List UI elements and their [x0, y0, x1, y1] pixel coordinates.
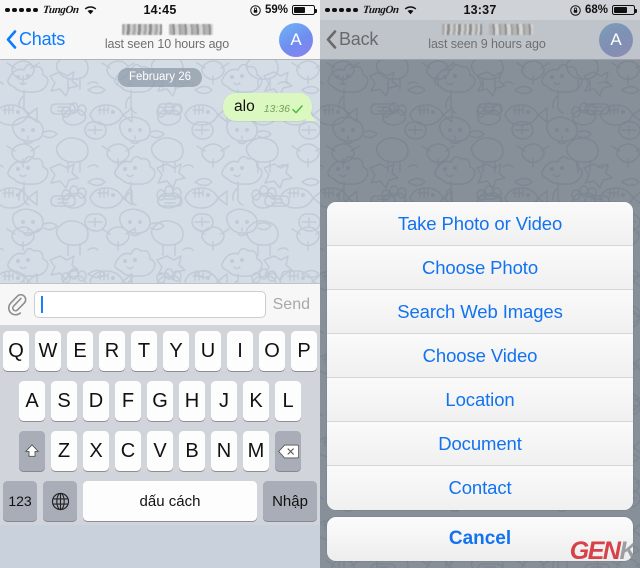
genk-watermark: GENK: [569, 537, 638, 566]
onscreen-keyboard: Q W E R T Y U I O P A S D F G H J K L Z …: [0, 325, 320, 525]
key-b[interactable]: B: [179, 431, 205, 471]
message-text: alo: [234, 98, 255, 115]
action-location[interactable]: Location: [327, 378, 633, 422]
key-h[interactable]: H: [179, 381, 205, 421]
key-w[interactable]: W: [35, 331, 61, 371]
keyboard-row-4: 123 dấu cách Nhập: [3, 481, 317, 521]
keyboard-row-2: A S D F G H J K L: [3, 381, 317, 421]
shift-key[interactable]: [19, 431, 45, 471]
key-y[interactable]: Y: [163, 331, 189, 371]
contact-name-redacted: [121, 22, 213, 35]
space-key[interactable]: dấu cách: [83, 481, 257, 521]
paperclip-icon[interactable]: [8, 293, 27, 316]
key-u[interactable]: U: [195, 331, 221, 371]
key-n[interactable]: N: [211, 431, 237, 471]
globe-key[interactable]: [43, 481, 77, 521]
key-p[interactable]: P: [291, 331, 317, 371]
key-k[interactable]: K: [243, 381, 269, 421]
key-s[interactable]: S: [51, 381, 77, 421]
left-phone-screen: TungOn 14:45 59% Chats last seen 10 hour…: [0, 0, 320, 568]
shift-arrow-icon: [24, 444, 40, 457]
chat-canvas-2: Take Photo or Video Choose Photo Search …: [320, 60, 640, 568]
watermark-part2: K: [619, 537, 637, 565]
avatar[interactable]: A: [599, 23, 633, 57]
key-d[interactable]: D: [83, 381, 109, 421]
message-bubble[interactable]: alo 13:36: [223, 93, 312, 121]
enter-key[interactable]: Nhập: [263, 481, 317, 521]
key-m[interactable]: M: [243, 431, 269, 471]
navigation-bar: Chats last seen 10 hours ago A: [0, 20, 320, 60]
status-right: 59%: [250, 4, 318, 16]
status-bar: TungOn 14:45 59%: [0, 0, 320, 20]
keyboard-row-1: Q W E R T Y U I O P: [3, 331, 317, 371]
contact-title-block: last seen 10 hours ago: [72, 22, 262, 51]
key-i[interactable]: I: [227, 331, 253, 371]
key-t[interactable]: T: [131, 331, 157, 371]
globe-icon: [51, 492, 69, 510]
chevron-left-icon: [6, 30, 17, 49]
action-choose-video[interactable]: Choose Video: [327, 334, 633, 378]
battery-icon: [612, 4, 638, 16]
battery-icon: [292, 4, 318, 16]
battery-percent: 68%: [584, 4, 608, 16]
key-f[interactable]: F: [115, 381, 141, 421]
send-button[interactable]: Send: [273, 296, 312, 314]
contact-title-block-2: last seen 9 hours ago: [392, 22, 582, 51]
back-button[interactable]: Back: [326, 29, 378, 50]
message-time: 13:36: [263, 103, 290, 115]
action-contact[interactable]: Contact: [327, 466, 633, 510]
action-search-web-images[interactable]: Search Web Images: [327, 290, 633, 334]
action-document[interactable]: Document: [327, 422, 633, 466]
action-choose-photo[interactable]: Choose Photo: [327, 246, 633, 290]
watermark-part1: GEN: [569, 537, 621, 565]
right-phone-screen: TungOn 13:37 68% Back last seen 9 hours …: [320, 0, 640, 568]
action-sheet-options: Take Photo or Video Choose Photo Search …: [327, 202, 633, 510]
key-l[interactable]: L: [275, 381, 301, 421]
date-separator: February 26: [117, 68, 203, 87]
back-button[interactable]: Chats: [6, 29, 65, 50]
message-row-outgoing: alo 13:36: [223, 93, 312, 121]
key-r[interactable]: R: [99, 331, 125, 371]
status-right-2: 68%: [570, 4, 638, 16]
rotation-lock-icon: [570, 4, 581, 16]
key-e[interactable]: E: [67, 331, 93, 371]
dual-screenshot: TungOn 14:45 59% Chats last seen 10 hour…: [0, 0, 640, 568]
contact-name-redacted: [441, 22, 533, 35]
action-take-photo-or-video[interactable]: Take Photo or Video: [327, 202, 633, 246]
battery-percent: 59%: [264, 4, 288, 16]
key-c[interactable]: C: [115, 431, 141, 471]
text-cursor: [41, 296, 43, 313]
avatar[interactable]: A: [279, 23, 313, 57]
numeric-key[interactable]: 123: [3, 481, 37, 521]
key-x[interactable]: X: [83, 431, 109, 471]
rotation-lock-icon: [250, 4, 261, 16]
navigation-bar-2: Back last seen 9 hours ago A: [320, 20, 640, 60]
key-o[interactable]: O: [259, 331, 285, 371]
key-j[interactable]: J: [211, 381, 237, 421]
key-z[interactable]: Z: [51, 431, 77, 471]
backspace-key[interactable]: [275, 431, 301, 471]
back-label: Chats: [19, 29, 66, 49]
last-seen-status: last seen 9 hours ago: [428, 37, 546, 51]
keyboard-row-3: Z X C V B N M: [3, 431, 317, 471]
single-check-icon: [292, 104, 303, 113]
message-input-bar: Send: [0, 283, 320, 325]
attachment-action-sheet: Take Photo or Video Choose Photo Search …: [320, 202, 640, 568]
backspace-icon: [277, 444, 299, 458]
back-label: Back: [339, 29, 379, 49]
status-bar-2: TungOn 13:37 68%: [320, 0, 640, 20]
message-meta: 13:36: [264, 103, 303, 116]
message-input-field[interactable]: [34, 291, 266, 318]
key-v[interactable]: V: [147, 431, 173, 471]
key-q[interactable]: Q: [3, 331, 29, 371]
key-a[interactable]: A: [19, 381, 45, 421]
key-g[interactable]: G: [147, 381, 173, 421]
last-seen-status: last seen 10 hours ago: [104, 37, 230, 51]
chat-canvas: February 26 alo 13:36: [0, 60, 320, 283]
chevron-left-icon: [326, 30, 337, 49]
